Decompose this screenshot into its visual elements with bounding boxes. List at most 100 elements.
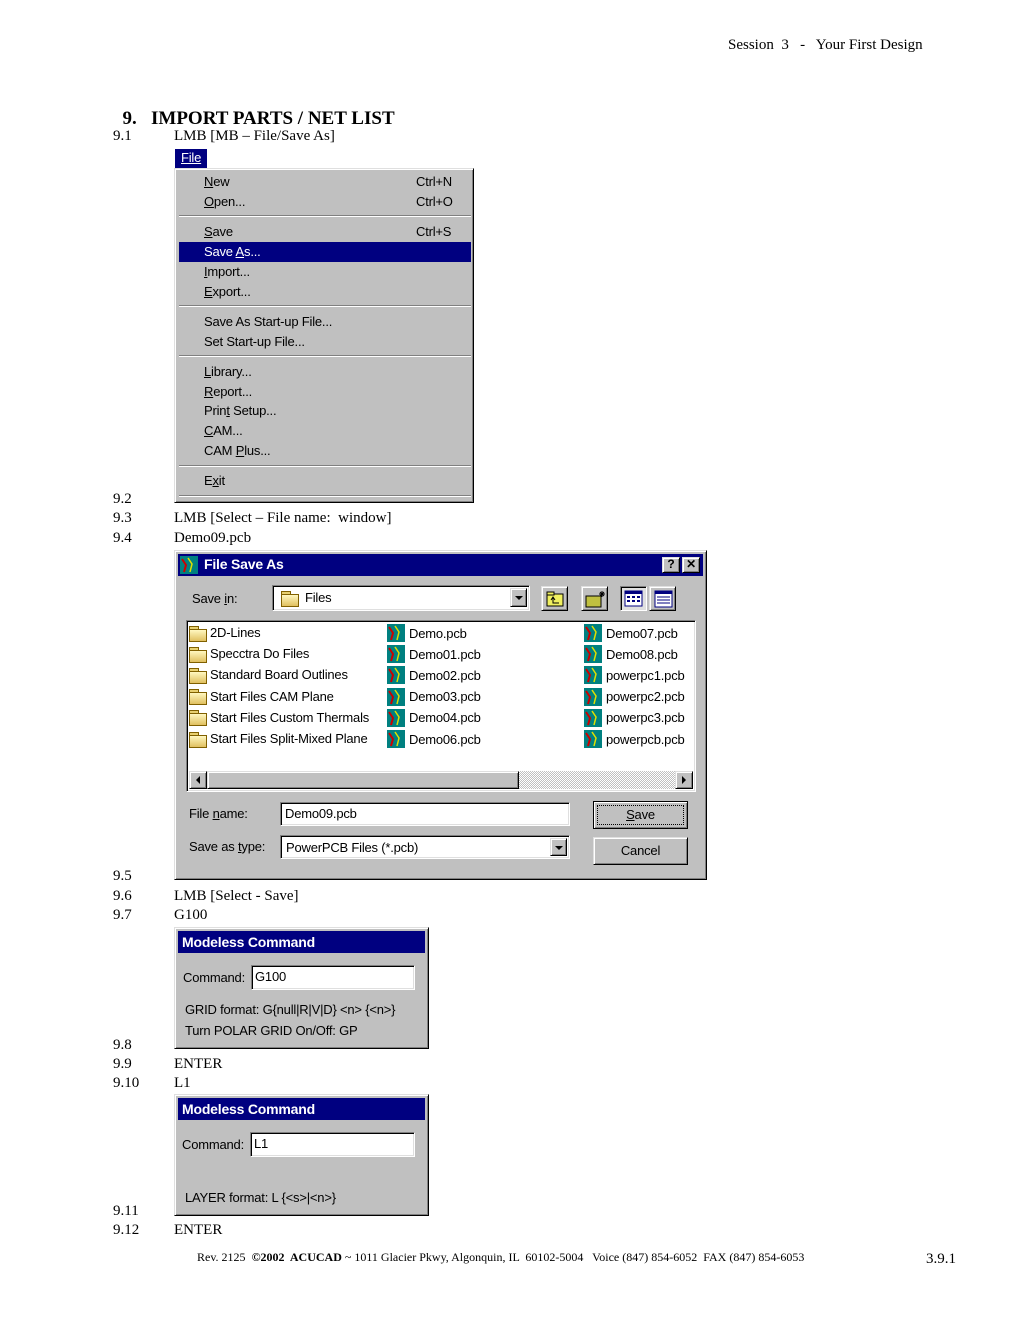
step-number: 9.9: [113, 1056, 132, 1072]
save-in-combo[interactable]: Files: [272, 585, 530, 611]
step-number: 9.3: [113, 510, 132, 526]
item-label: Demo04.pcb: [409, 710, 481, 726]
file-item[interactable]: Demo08.pcb: [584, 645, 678, 665]
menu-item-open[interactable]: Open... Ctrl+O: [179, 192, 471, 212]
folder-open-icon: [281, 591, 299, 607]
folder-item[interactable]: Start Files Custom Thermals: [189, 709, 369, 729]
section-title: IMPORT PARTS / NET LIST: [151, 108, 395, 129]
menu-item-library[interactable]: Library...: [179, 362, 471, 382]
step-text: ENTER: [174, 1056, 223, 1072]
pcb-file-icon: [387, 645, 405, 664]
folder-item[interactable]: Start Files Split-Mixed Plane: [189, 730, 368, 750]
step-number: 9.10: [113, 1075, 140, 1091]
scroll-thumb[interactable]: [207, 771, 519, 789]
item-label: Start Files Custom Thermals: [210, 709, 370, 725]
step-number: 9.6: [113, 888, 132, 904]
menu-item-new[interactable]: New Ctrl+N: [179, 172, 471, 192]
file-item[interactable]: Demo06.pcb: [387, 730, 481, 750]
file-item[interactable]: powerpc3.pcb: [584, 708, 685, 729]
file-item[interactable]: Demo01.pcb: [387, 645, 481, 665]
menu-item-exit[interactable]: Exit: [179, 471, 471, 491]
pcb-file-icon: [387, 687, 405, 706]
item-label: Demo07.pcb: [606, 625, 678, 641]
file-item[interactable]: powerpcb.pcb: [584, 730, 685, 750]
chevron-down-icon[interactable]: [510, 588, 527, 607]
folder-up-icon: [546, 591, 564, 607]
arrow-right-icon: [682, 776, 686, 784]
file-item[interactable]: powerpc2.pcb: [584, 687, 685, 708]
step-number: 9.2: [113, 491, 132, 507]
menu-item-print-setup[interactable]: Print Setup...: [179, 401, 471, 421]
shortcut: Ctrl+O: [416, 194, 453, 209]
close-button[interactable]: ✕: [682, 557, 700, 573]
file-list[interactable]: 2D-Lines Specctra Do Files Standard Board …: [186, 620, 696, 792]
new-folder-button[interactable]: [581, 586, 608, 611]
item-label: powerpc3.pcb: [606, 710, 685, 726]
command-input[interactable]: L1: [250, 1132, 415, 1157]
modeless-command-dialog-layer: Modeless Command Command: L1 LAYER forma…: [174, 1094, 429, 1216]
step-number: 9.8: [113, 1037, 132, 1053]
step-number: 9.7: [113, 907, 132, 923]
item-label: Demo08.pcb: [606, 646, 678, 662]
folder-item[interactable]: 2D-Lines: [189, 624, 261, 644]
pcb-file-icon: [387, 730, 405, 748]
pcb-file-icon: [584, 666, 602, 685]
details-view-button[interactable]: [649, 586, 676, 611]
item-label: 2D-Lines: [210, 625, 261, 641]
step-text: LMB [Select - Save]: [174, 888, 299, 904]
folder-icon: [189, 625, 207, 642]
folder-item[interactable]: Start Files CAM Plane: [189, 688, 334, 708]
menu-item-report[interactable]: Report...: [179, 382, 471, 402]
footer: Rev. 2125 ©2002 ACUCAD ~ 1011 Glacier Pk…: [197, 1250, 805, 1264]
modeless-command-dialog-grid: Modeless Command Command: G100 GRID form…: [174, 927, 429, 1049]
file-item[interactable]: Demo04.pcb: [387, 708, 481, 729]
menu-item-cam[interactable]: CAM...: [179, 421, 471, 441]
scroll-right-button[interactable]: [675, 771, 693, 789]
file-name-input[interactable]: Demo09.pcb: [280, 802, 570, 826]
menu-item-import[interactable]: Import...: [179, 262, 471, 282]
item-label: Start Files CAM Plane: [210, 688, 334, 704]
pcb-file-icon: [584, 708, 602, 727]
menu-separator: [179, 465, 471, 467]
command-input[interactable]: G100: [251, 965, 415, 990]
step-text: LMB [MB – File/Save As]: [174, 128, 335, 144]
folder-icon: [189, 646, 207, 663]
chevron-down-icon[interactable]: [550, 838, 567, 856]
save-button[interactable]: Save: [593, 801, 688, 829]
file-item[interactable]: Demo02.pcb: [387, 666, 481, 686]
command-label: Command:: [182, 1137, 244, 1152]
folder-item[interactable]: Standard Board Outlines: [189, 666, 348, 686]
folder-icon: [189, 689, 207, 706]
menu-separator: [179, 305, 471, 307]
save-as-type-select[interactable]: PowerPCB Files (*.pcb): [280, 835, 570, 859]
scroll-left-button[interactable]: [189, 771, 207, 789]
save-as-type-label: Save as type:: [189, 839, 266, 854]
list-view-button[interactable]: [620, 586, 647, 611]
menu-item-save[interactable]: Save Ctrl+S: [179, 222, 471, 242]
menu-item-export[interactable]: Export...: [179, 282, 471, 302]
file-item[interactable]: powerpc1.pcb: [584, 666, 685, 686]
section-number: 9.: [122, 108, 137, 129]
file-menu-title[interactable]: File: [175, 149, 207, 169]
folder-icon: [189, 731, 207, 748]
file-item[interactable]: Demo.pcb: [387, 624, 467, 644]
menu-item-set-startup[interactable]: Set Start-up File...: [179, 332, 471, 352]
help-text: LAYER format: L {<s>|<n>}: [185, 1190, 336, 1205]
item-label: Demo01.pcb: [409, 646, 481, 662]
help-button[interactable]: ?: [662, 557, 680, 573]
folder-item[interactable]: Specctra Do Files: [189, 645, 309, 665]
item-label: Demo.pcb: [409, 625, 467, 641]
step-text: G100: [174, 907, 208, 923]
up-one-level-button[interactable]: [541, 586, 568, 611]
help-text: Turn POLAR GRID On/Off: GP: [185, 1023, 358, 1038]
menu-item-save-as-startup[interactable]: Save As Start-up File...: [179, 312, 471, 332]
file-item[interactable]: Demo03.pcb: [387, 687, 481, 708]
item-label: Demo03.pcb: [409, 689, 481, 705]
file-item[interactable]: Demo07.pcb: [584, 624, 678, 644]
menu-item-cam-plus[interactable]: CAM Plus...: [179, 441, 471, 461]
horizontal-scrollbar[interactable]: [189, 771, 693, 789]
cancel-button[interactable]: Cancel: [593, 837, 688, 865]
folder-icon: [189, 667, 207, 684]
dialog-titlebar: File Save As ? ✕: [178, 554, 703, 576]
menu-item-save-as[interactable]: Save As...: [179, 242, 471, 262]
